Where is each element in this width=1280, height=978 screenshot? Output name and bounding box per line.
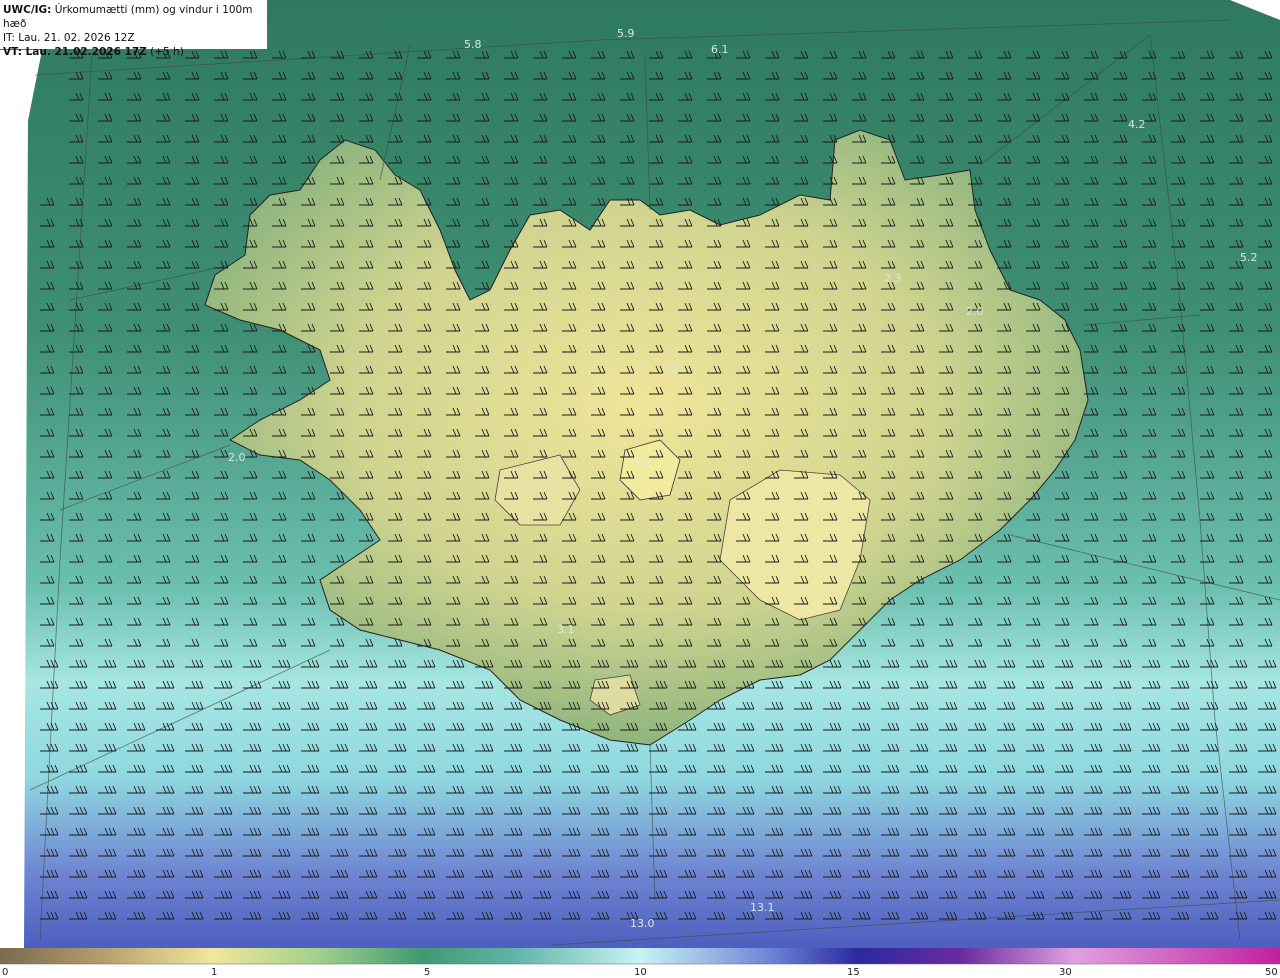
colorbar-tick: 5 — [424, 967, 430, 978]
colorbar: 0 1 5 10 15 30 50 — [0, 948, 1280, 978]
weather-map: 5.8 5.9 6.1 4.2 5.2 2.3 2.0 1.2 1.0 2.0 … — [0, 0, 1280, 978]
colorbar-tick: 50 — [1265, 967, 1278, 978]
colorbar-tick: 30 — [1059, 967, 1072, 978]
colorbar-tick: 0 — [2, 967, 8, 978]
colorbar-tick: 1 — [211, 967, 217, 978]
lead-time: (+5 h) — [150, 46, 184, 58]
map-label: 13.0 — [630, 917, 655, 930]
map-label: 3.1 — [557, 623, 575, 636]
model-name: UWC/IG: — [3, 4, 52, 16]
map-label: 5.9 — [617, 27, 635, 40]
map-label: 6.1 — [711, 43, 729, 56]
issue-time: IT: Lau. 21. 02. 2026 12Z — [3, 32, 135, 44]
map-label: 5.2 — [1240, 251, 1258, 264]
colorbar-bar — [0, 948, 1280, 964]
map-label: 4.2 — [1128, 118, 1146, 131]
map-label: 1.2 — [662, 362, 680, 375]
map-info-box: UWC/IG: Úrkomumætti (mm) og vindur i 100… — [0, 0, 268, 58]
map-label: 13.1 — [750, 901, 775, 914]
map-label: 2.0 — [228, 451, 246, 464]
valid-time: VT: Lau. 21.02.2026 17Z — [3, 46, 147, 58]
map-label: 2.3 — [884, 272, 902, 285]
map-label: 5.8 — [464, 38, 482, 51]
colorbar-tick: 10 — [634, 967, 647, 978]
map-label: 1.0 — [632, 458, 650, 471]
map-label: 2.0 — [966, 305, 984, 318]
outside-domain-sw — [0, 920, 24, 948]
colorbar-tick: 15 — [847, 967, 860, 978]
